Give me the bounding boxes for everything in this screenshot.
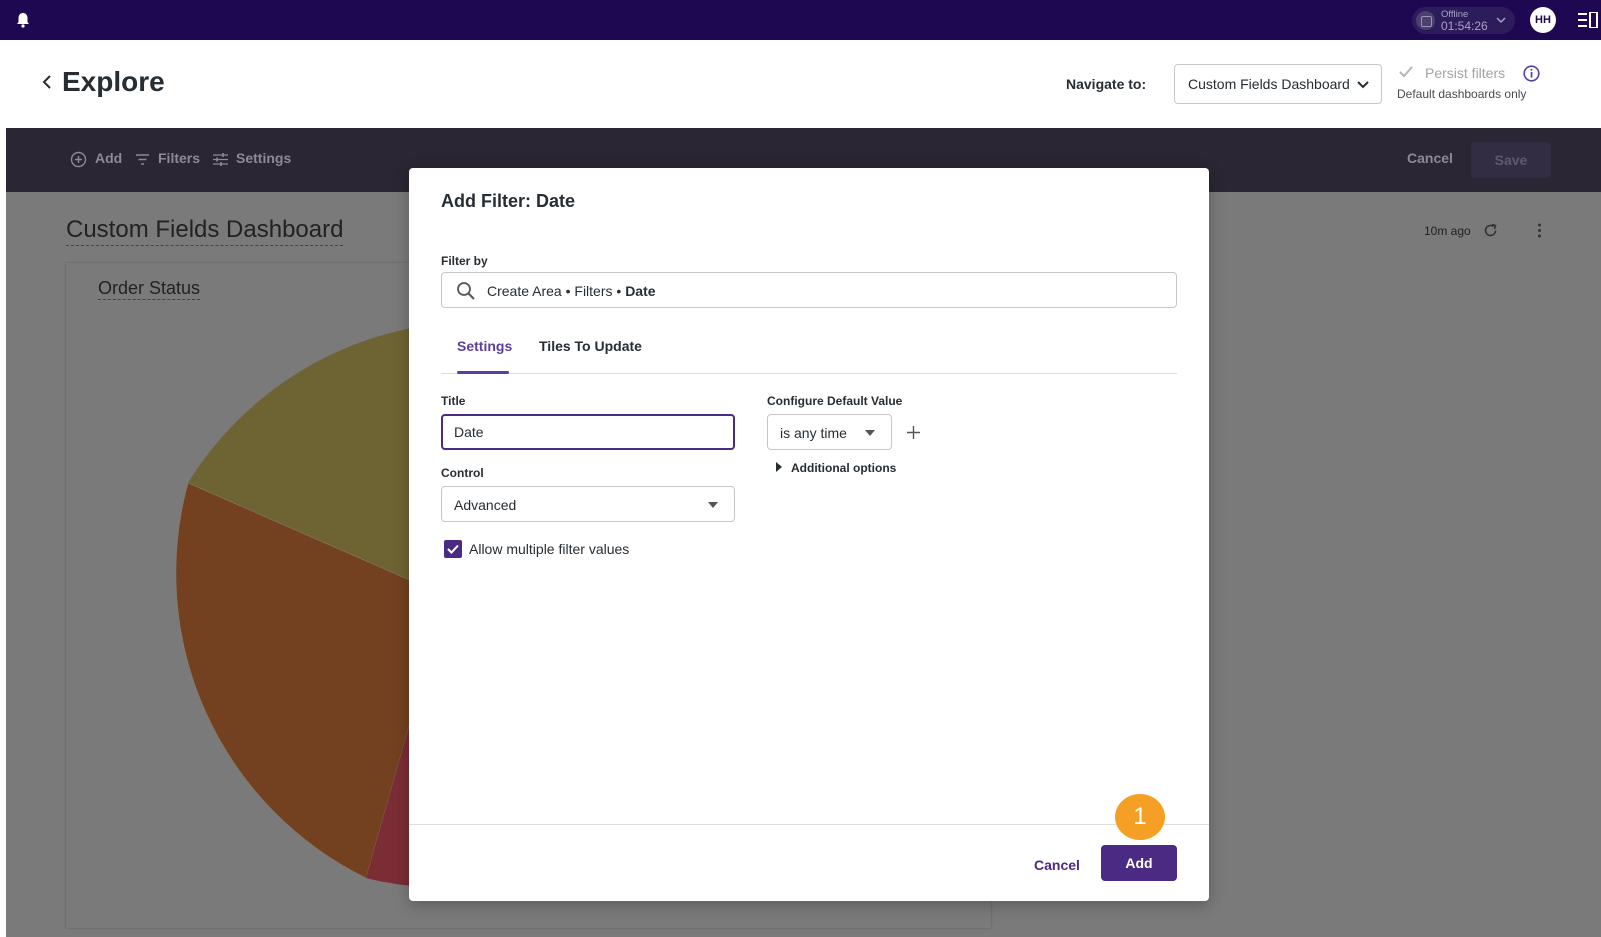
caret-down-icon: [708, 502, 718, 508]
toolbar-add-button[interactable]: Add: [95, 150, 122, 166]
modal-tabs: Settings Tiles To Update: [441, 328, 1177, 374]
title-input[interactable]: Date: [441, 414, 735, 450]
info-icon[interactable]: [1523, 65, 1540, 82]
default-value: is any time: [780, 425, 847, 441]
filter-path: Create Area • Filters • Date: [487, 283, 656, 299]
add-circle-icon: [70, 151, 87, 168]
filter-icon: [136, 154, 149, 165]
navigate-select[interactable]: Custom Fields Dashboard: [1174, 64, 1382, 104]
additional-options-toggle[interactable]: Additional options: [791, 461, 896, 475]
control-value: Advanced: [454, 497, 517, 513]
timer-pill[interactable]: Offline 01:54:26: [1412, 7, 1515, 34]
default-value-label: Configure Default Value: [767, 394, 903, 408]
check-icon[interactable]: [1397, 63, 1415, 81]
modal-title: Add Filter: Date: [441, 191, 576, 211]
more-vertical-icon[interactable]: [1531, 222, 1548, 239]
toolbar-filters-button[interactable]: Filters: [158, 150, 200, 166]
tab-tiles-to-update[interactable]: Tiles To Update: [539, 338, 642, 354]
panel-menu-icon[interactable]: [1578, 12, 1598, 28]
check-icon: [447, 544, 459, 554]
step-badge: 1: [1115, 794, 1165, 840]
default-value-select[interactable]: is any time: [767, 414, 892, 450]
back-chevron-icon[interactable]: [40, 74, 54, 90]
chevron-down-icon[interactable]: [1495, 14, 1507, 26]
filter-by-label: Filter by: [441, 254, 488, 268]
sliders-icon: [213, 153, 228, 166]
modal-cancel-button[interactable]: Cancel: [1034, 857, 1080, 873]
control-label: Control: [441, 466, 484, 480]
allow-multiple-checkbox[interactable]: [444, 540, 462, 558]
last-updated: 10m ago: [1424, 224, 1471, 238]
caret-right-icon[interactable]: [775, 462, 783, 472]
navigate-value: Custom Fields Dashboard: [1188, 76, 1350, 92]
page-header: Explore Navigate to: Custom Fields Dashb…: [6, 40, 1601, 128]
persist-filters-sub: Default dashboards only: [1397, 87, 1527, 101]
avatar[interactable]: HH: [1530, 7, 1556, 33]
chevron-down-icon: [1357, 81, 1369, 89]
add-filter-modal: Add Filter: Date Filter by Create Area •…: [409, 168, 1209, 901]
top-bar: Offline 01:54:26 HH: [0, 0, 1601, 40]
bell-icon[interactable]: [14, 11, 32, 29]
filter-path-field: Date: [625, 283, 656, 299]
filter-by-field[interactable]: Create Area • Filters • Date: [441, 272, 1177, 308]
dashboard-title: Custom Fields Dashboard: [66, 216, 344, 246]
modal-add-button[interactable]: Add: [1101, 845, 1177, 881]
allow-multiple-label: Allow multiple filter values: [469, 541, 630, 557]
tab-settings[interactable]: Settings: [457, 338, 512, 354]
active-tab-indicator: [457, 371, 509, 374]
toolbar-settings-button[interactable]: Settings: [236, 150, 291, 166]
caret-down-icon: [865, 430, 875, 436]
control-select[interactable]: Advanced: [441, 486, 735, 522]
persist-filters-label: Persist filters: [1425, 65, 1506, 81]
title-label: Title: [441, 394, 466, 408]
navigate-label: Navigate to:: [1066, 76, 1147, 92]
stop-icon[interactable]: [1416, 11, 1435, 30]
toolbar-save-button[interactable]: Save: [1471, 142, 1551, 178]
timer-time: 01:54:26: [1441, 19, 1488, 33]
refresh-icon[interactable]: [1482, 222, 1499, 239]
plus-icon[interactable]: [906, 425, 921, 440]
page-title: Explore: [62, 66, 165, 97]
toolbar-cancel-button[interactable]: Cancel: [1407, 150, 1453, 166]
search-icon: [457, 282, 475, 300]
modal-footer-divider: [409, 824, 1209, 825]
filter-path-prefix: Create Area • Filters •: [487, 283, 626, 299]
